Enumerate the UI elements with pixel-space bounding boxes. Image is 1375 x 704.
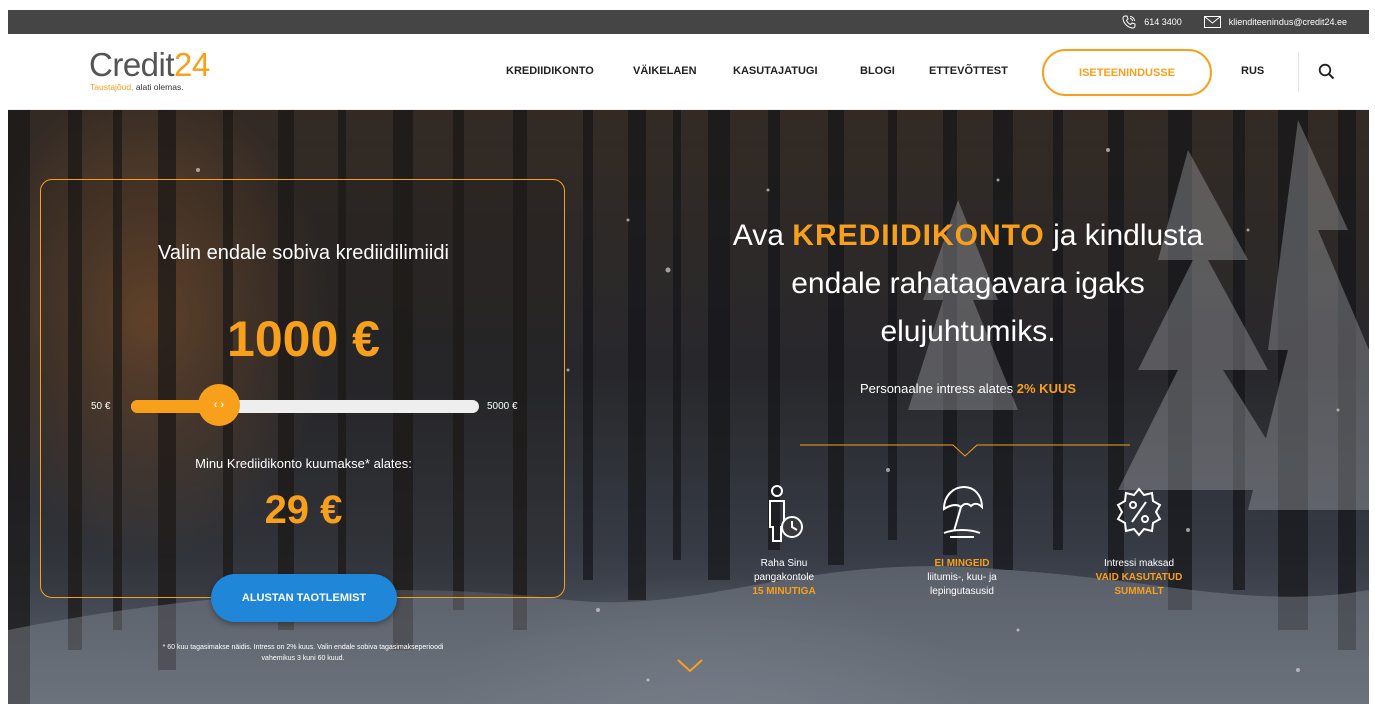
headline-post: ja kindlusta — [1044, 219, 1204, 252]
feature-2-line-2: lepingutasusid — [930, 586, 994, 597]
feature-3-line-1: Intressi maksad — [1103, 558, 1175, 569]
section-separator — [800, 444, 1130, 457]
nav-krediidikonto[interactable]: KREDIIDIKONTO — [506, 65, 594, 77]
chevron-down-icon[interactable] — [676, 658, 704, 674]
email-link[interactable]: klienditeenindus@credit24.ee — [1203, 16, 1347, 28]
nav-ettevottest[interactable]: ETTEVÕTTEST — [929, 65, 1008, 77]
search-button[interactable] — [1318, 63, 1335, 85]
language-switch[interactable]: RUS — [1241, 65, 1264, 77]
hero-headline: Ava KREDIIDIKONTO ja kindlusta endale ra… — [688, 212, 1248, 356]
phone-number: 614 3400 — [1144, 17, 1182, 27]
nav-vaikelaen[interactable]: VÄIKELAEN — [633, 65, 697, 77]
feature-1-highlight: 15 MINUTIGA — [752, 586, 816, 597]
feature-3-highlight-2: SUMMALT — [1114, 586, 1164, 597]
slider-max-label: 5000 € — [487, 401, 518, 412]
monthly-payment-label: Minu Krediidikonto kuumakse* alates: — [195, 456, 412, 471]
phone-icon — [1122, 15, 1136, 29]
credit-limit-slider[interactable] — [131, 400, 479, 413]
logo-tagline: Taustajõud, alati olemas. — [90, 82, 210, 92]
interest-text: Personaalne intress alates — [859, 381, 1017, 396]
credit-amount: 1000 € — [227, 311, 380, 367]
nav-blogi[interactable]: BLOGI — [860, 65, 895, 77]
contact-bar: 614 3400 klienditeenindus@credit24.ee — [8, 10, 1369, 34]
logo[interactable]: Credit24 Taustajõud, alati olemas. — [89, 48, 210, 92]
logo-wordmark: Credit24 — [89, 48, 210, 81]
headline-line-3: elujuhtumiks. — [880, 315, 1056, 348]
phone-link[interactable]: 614 3400 — [1122, 15, 1182, 29]
feature-1-line-2: pangakontole — [753, 572, 815, 583]
feature-2-line-1: liitumis-, kuu- ja — [927, 572, 997, 583]
monthly-payment-value: 29 € — [264, 488, 343, 532]
calculator-title: Valin endale sobiva krediidilimiidi — [158, 242, 449, 264]
email-address: klienditeenindus@credit24.ee — [1228, 17, 1347, 27]
hero-section: Valin endale sobiva krediidilimiidi 1000… — [8, 110, 1369, 704]
headline-highlight: KREDIIDIKONTO — [792, 219, 1045, 252]
percent-badge-icon — [1116, 487, 1162, 537]
search-icon — [1318, 63, 1335, 80]
footnote-line-1: * 60 kuu tagasimakse näidis. Intress on … — [162, 644, 444, 651]
footnote-line-2: vahemikus 3 kuni 60 kuud. — [261, 655, 345, 662]
slider-arrows-icon: ‹ › — [213, 399, 224, 411]
logo-number: 24 — [174, 46, 210, 83]
interest-note: Personaalne intress alates 2% KUUS — [688, 381, 1248, 396]
feature-no-fees: EI MINGEID liitumis-, kuu- ja lepingutas… — [897, 485, 1027, 599]
envelope-icon — [1203, 16, 1221, 28]
header-divider — [1298, 52, 1299, 92]
feature-fast-payout: Raha Sinu pangakontole 15 MINUTIGA — [719, 485, 849, 599]
feature-interest-only-used: Intressi maksad VAID KASUTATUD SUMMALT — [1074, 485, 1204, 599]
logo-text: Credit — [89, 46, 175, 83]
logo-tagline-accent: Taustajõud, — [90, 82, 134, 92]
feature-2-highlight: EI MINGEID — [934, 558, 990, 569]
feature-3-highlight-1: VAID KASUTATUD — [1095, 572, 1183, 583]
headline-line-1: Ava KREDIIDIKONTO ja kindlusta — [688, 212, 1248, 260]
feature-1-line-1: Raha Sinu — [760, 558, 808, 569]
nav-kasutajatugi[interactable]: KASUTAJATUGI — [733, 65, 818, 77]
logo-tagline-text: alati olemas. — [133, 82, 184, 92]
beach-umbrella-icon — [942, 485, 984, 538]
interest-rate: 2% KUUS — [1016, 381, 1077, 396]
calculator-footnote: * 60 kuu tagasimakse näidis. Intress on … — [98, 642, 508, 664]
apply-button[interactable]: ALUSTAN TAOTLEMIST — [211, 574, 397, 622]
slider-handle[interactable]: ‹ › — [197, 384, 240, 426]
headline-line-2: endale rahatagavara igaks — [791, 267, 1145, 300]
main-header: Credit24 Taustajõud, alati olemas. KREDI… — [8, 34, 1369, 110]
self-service-button[interactable]: ISETEENINDUSSE — [1042, 49, 1212, 96]
credit-calculator-card: Valin endale sobiva krediidilimiidi 1000… — [40, 179, 565, 598]
slider-min-label: 50 € — [91, 401, 111, 412]
headline-pre: Ava — [732, 219, 793, 252]
person-clock-icon — [769, 485, 803, 542]
page: 614 3400 klienditeenindus@credit24.ee Cr… — [8, 10, 1369, 704]
